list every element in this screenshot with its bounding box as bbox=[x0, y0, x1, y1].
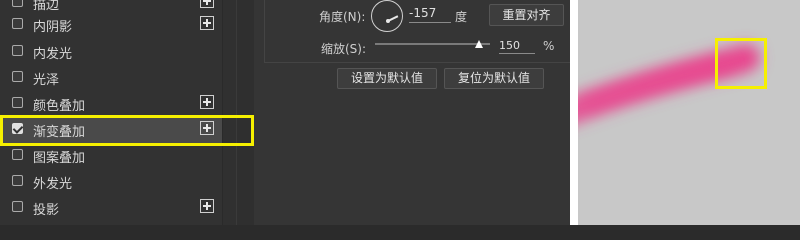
checkbox[interactable] bbox=[12, 18, 23, 29]
preview-canvas bbox=[578, 0, 800, 225]
preview-divider bbox=[570, 0, 578, 225]
effect-row-color-overlay[interactable]: 颜色叠加 bbox=[0, 91, 222, 117]
preview-svg bbox=[578, 44, 760, 124]
effect-row-pattern-overlay[interactable]: 图案叠加 bbox=[0, 143, 222, 169]
angle-dial-center bbox=[386, 19, 390, 23]
effect-row-satin[interactable]: 光泽 bbox=[0, 65, 222, 91]
highlight-box-effect-row bbox=[0, 115, 254, 146]
set-default-button[interactable]: 设置为默认值 bbox=[337, 68, 437, 89]
gradient-settings-panel: 角度(N): -157 度 重置对齐 缩放(S): 150 % 设置为默认值 复… bbox=[254, 0, 571, 225]
checkbox[interactable] bbox=[12, 175, 23, 186]
scale-slider-handle[interactable] bbox=[474, 40, 483, 48]
scale-input[interactable]: 150 bbox=[499, 39, 535, 54]
effect-row-outer-glow[interactable]: 外发光 bbox=[0, 169, 222, 195]
angle-dial[interactable] bbox=[371, 0, 403, 32]
effect-row-inner-shadow[interactable]: 内阴影 bbox=[0, 12, 222, 38]
effect-label: 外发光 bbox=[33, 177, 73, 192]
checkbox[interactable] bbox=[12, 45, 23, 56]
effect-label: 颜色叠加 bbox=[33, 99, 86, 114]
scale-slider-track[interactable] bbox=[375, 43, 490, 45]
add-icon[interactable] bbox=[200, 95, 214, 109]
effects-list-panel: 描边 内阴影 内发光 光泽 颜色叠加 渐变叠加 图案叠加 外发光 投影 bbox=[0, 0, 222, 225]
scale-label: 缩放(S): bbox=[321, 42, 367, 56]
scroll-column[interactable] bbox=[236, 0, 255, 225]
effect-label: 图案叠加 bbox=[33, 151, 86, 166]
highlight-box-preview bbox=[715, 38, 767, 89]
add-icon[interactable] bbox=[200, 199, 214, 213]
effect-label: 内发光 bbox=[33, 47, 73, 62]
checkbox[interactable] bbox=[12, 201, 23, 212]
reset-default-button[interactable]: 复位为默认值 bbox=[444, 68, 544, 89]
add-icon[interactable] bbox=[200, 16, 214, 30]
effect-row-drop-shadow[interactable]: 投影 bbox=[0, 195, 222, 221]
checkbox[interactable] bbox=[12, 97, 23, 108]
panel-divider bbox=[222, 0, 237, 225]
angle-label: 角度(N): bbox=[319, 10, 366, 24]
reset-align-button[interactable]: 重置对齐 bbox=[489, 4, 564, 26]
angle-input[interactable]: -157 bbox=[409, 6, 451, 23]
effect-label: 光泽 bbox=[33, 73, 60, 88]
angle-unit: 度 bbox=[455, 10, 468, 24]
scale-unit: % bbox=[543, 39, 555, 53]
effect-label: 内阴影 bbox=[33, 20, 73, 35]
add-icon[interactable] bbox=[200, 0, 214, 8]
checkbox[interactable] bbox=[12, 0, 23, 7]
effect-label: 投影 bbox=[33, 203, 60, 218]
settings-section: 角度(N): -157 度 重置对齐 缩放(S): 150 % bbox=[264, 0, 571, 63]
checkbox[interactable] bbox=[12, 71, 23, 82]
effect-row-inner-glow[interactable]: 内发光 bbox=[0, 39, 222, 65]
checkbox[interactable] bbox=[12, 149, 23, 160]
